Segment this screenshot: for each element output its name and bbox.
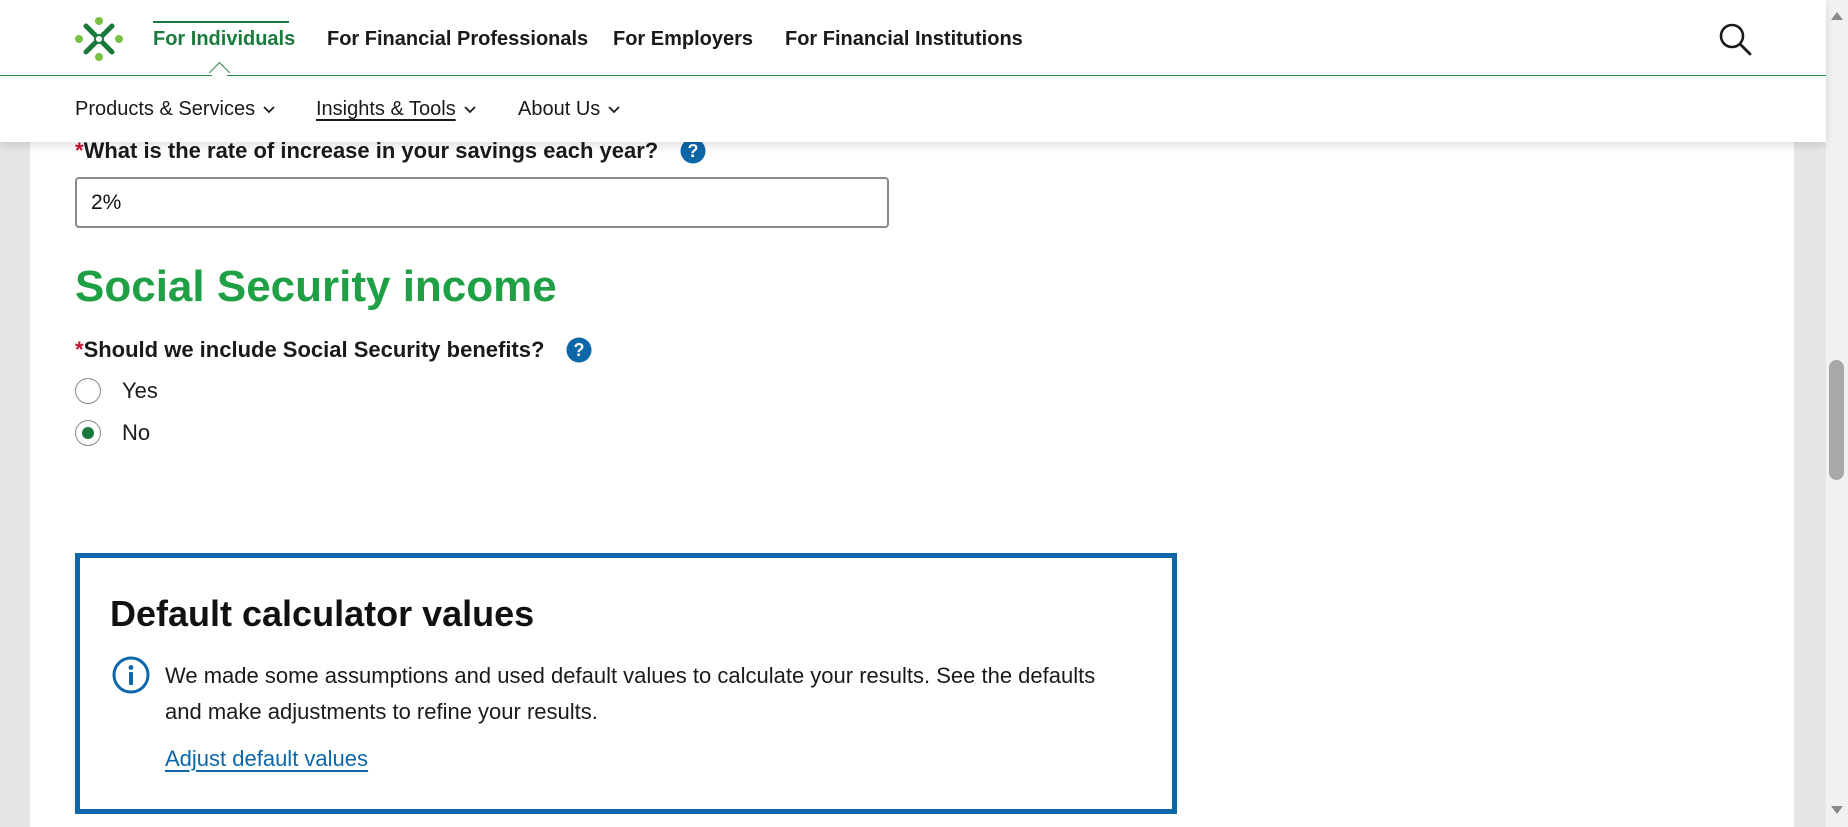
top-navigation: For Individuals For Financial Profession… — [0, 0, 1826, 76]
radio-option-no[interactable]: No — [75, 420, 150, 446]
chevron-down-icon — [464, 105, 476, 113]
subnav-about-us[interactable]: About Us — [518, 98, 620, 121]
radio-option-yes[interactable]: Yes — [75, 378, 158, 404]
radio-button-yes[interactable] — [75, 378, 101, 404]
nav-for-financial-institutions[interactable]: For Financial Institutions — [785, 28, 1023, 51]
vertical-scrollbar[interactable] — [1826, 0, 1848, 827]
company-logo[interactable] — [74, 16, 124, 62]
active-tab-indicator — [153, 21, 289, 23]
subnav-label: About Us — [518, 98, 601, 120]
subnav-insights-tools[interactable]: Insights & Tools — [316, 98, 476, 121]
svg-text:?: ? — [574, 340, 585, 360]
scroll-up-arrow-icon[interactable] — [1831, 12, 1843, 20]
chevron-down-icon — [608, 105, 620, 113]
nav-for-financial-professionals[interactable]: For Financial Professionals — [327, 28, 588, 51]
site-header: For Individuals For Financial Profession… — [0, 0, 1826, 142]
info-icon — [112, 656, 150, 694]
radio-button-no[interactable] — [75, 420, 101, 446]
social-security-question-text: Should we include Social Security benefi… — [83, 337, 545, 362]
subnav-products-services[interactable]: Products & Services — [75, 98, 275, 121]
radio-label-yes: Yes — [122, 378, 158, 403]
help-icon[interactable]: ? — [566, 337, 592, 363]
chevron-down-icon — [263, 105, 275, 113]
scroll-down-arrow-icon[interactable] — [1831, 806, 1843, 814]
secondary-navigation: Products & Services Insights & Tools Abo… — [0, 76, 1826, 142]
radio-label-no: No — [122, 420, 151, 445]
subnav-label: Insights & Tools — [316, 98, 456, 120]
nav-for-employers[interactable]: For Employers — [613, 28, 753, 51]
default-values-title: Default calculator values — [110, 593, 535, 634]
nav-for-individuals[interactable]: For Individuals — [153, 28, 295, 51]
section-title-social-security: Social Security income — [75, 262, 557, 311]
svg-text:?: ? — [688, 141, 699, 161]
savings-increase-input[interactable] — [75, 177, 889, 228]
subnav-label: Products & Services — [75, 98, 256, 120]
social-security-question: * Should we include Social Security bene… — [75, 337, 592, 363]
search-icon[interactable] — [1718, 22, 1752, 56]
scrollbar-thumb[interactable] — [1829, 360, 1844, 480]
adjust-default-values-link[interactable]: Adjust default values — [165, 746, 368, 772]
default-values-description: We made some assumptions and used defaul… — [165, 663, 1096, 724]
required-mark: * — [75, 337, 84, 362]
